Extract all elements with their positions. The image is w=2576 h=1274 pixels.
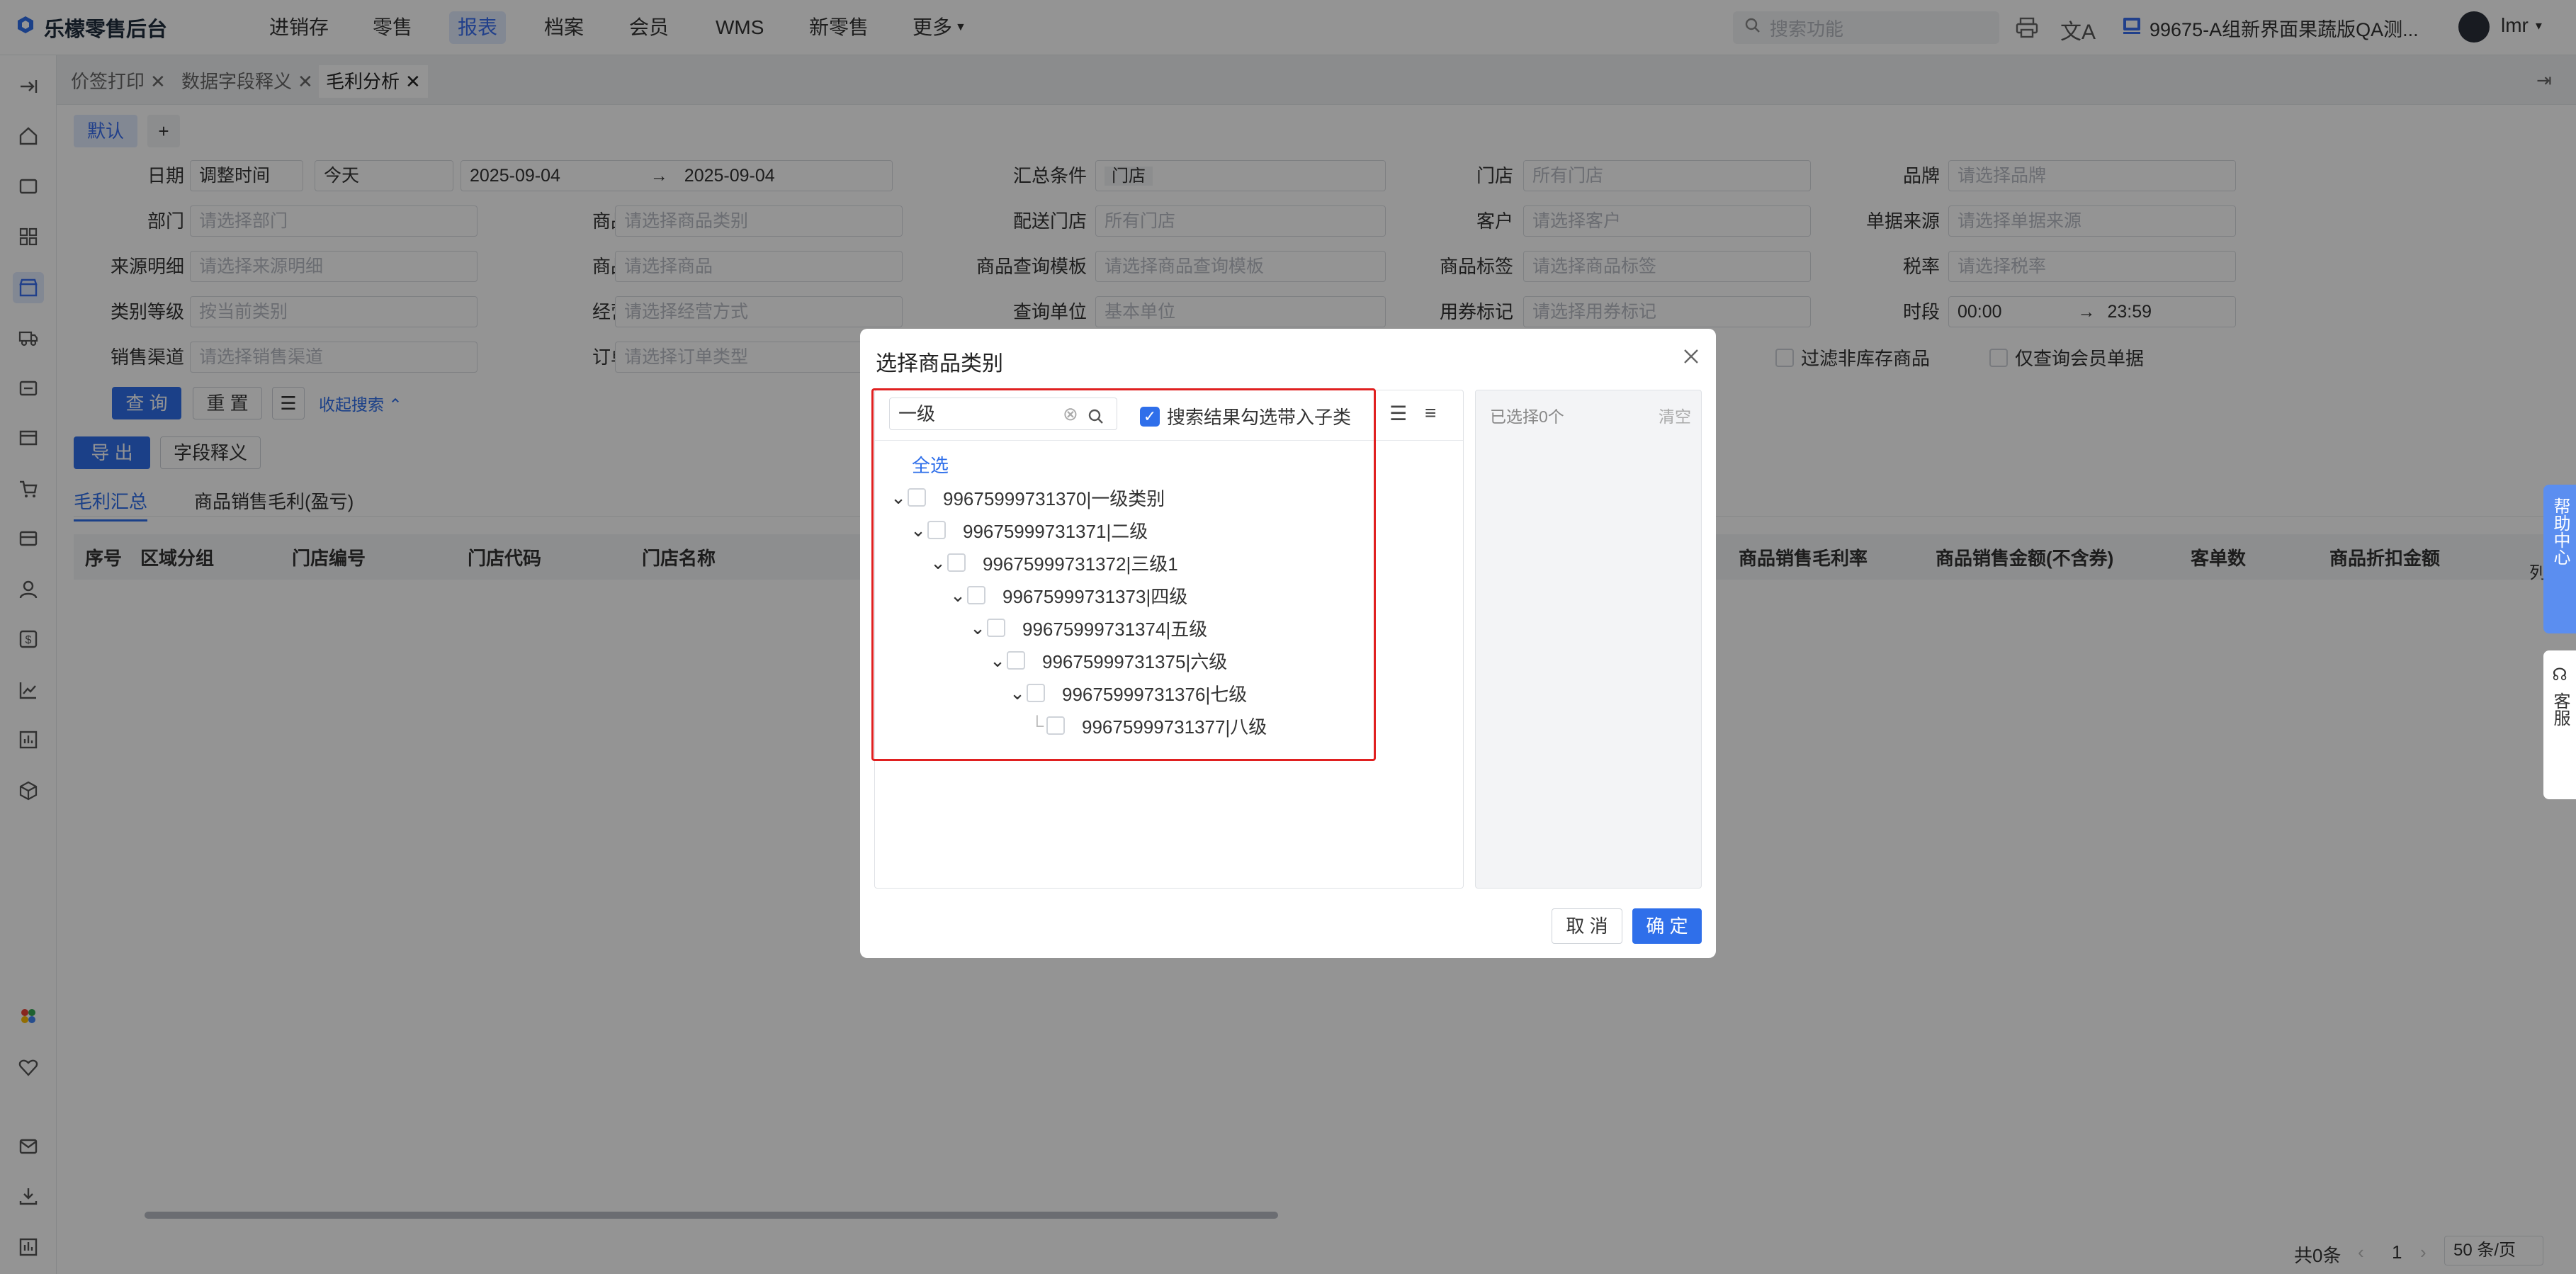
selected-count: 已选择0个 (1490, 407, 1564, 426)
cancel-button[interactable]: 取 消 (1552, 908, 1622, 944)
highlight-box (871, 388, 1376, 761)
close-icon[interactable] (1680, 346, 1702, 367)
selected-panel: 已选择0个 清空 (1475, 390, 1702, 889)
confirm-button[interactable]: 确 定 (1632, 908, 1702, 944)
select-category-dialog: 选择商品类别 一级 ⊗ ✓ 搜索结果勾选带入子类 ☰ ≡ 全选 ⌄ 9967599… (860, 329, 1716, 958)
clear-selected-link[interactable]: 清空 (1659, 403, 1691, 427)
expand-all-icon[interactable]: ☰ (1389, 402, 1407, 425)
help-center-button[interactable]: 帮助中心 (2543, 485, 2576, 633)
collapse-all-icon[interactable]: ≡ (1425, 402, 1436, 424)
headset-icon: ☊ (2552, 665, 2567, 684)
customer-service-label: 客服 (2550, 692, 2570, 726)
help-center-label: 帮助中心 (2550, 497, 2570, 565)
customer-service-button[interactable]: ☊ 客服 (2543, 650, 2576, 799)
dialog-title: 选择商品类别 (876, 352, 1003, 376)
